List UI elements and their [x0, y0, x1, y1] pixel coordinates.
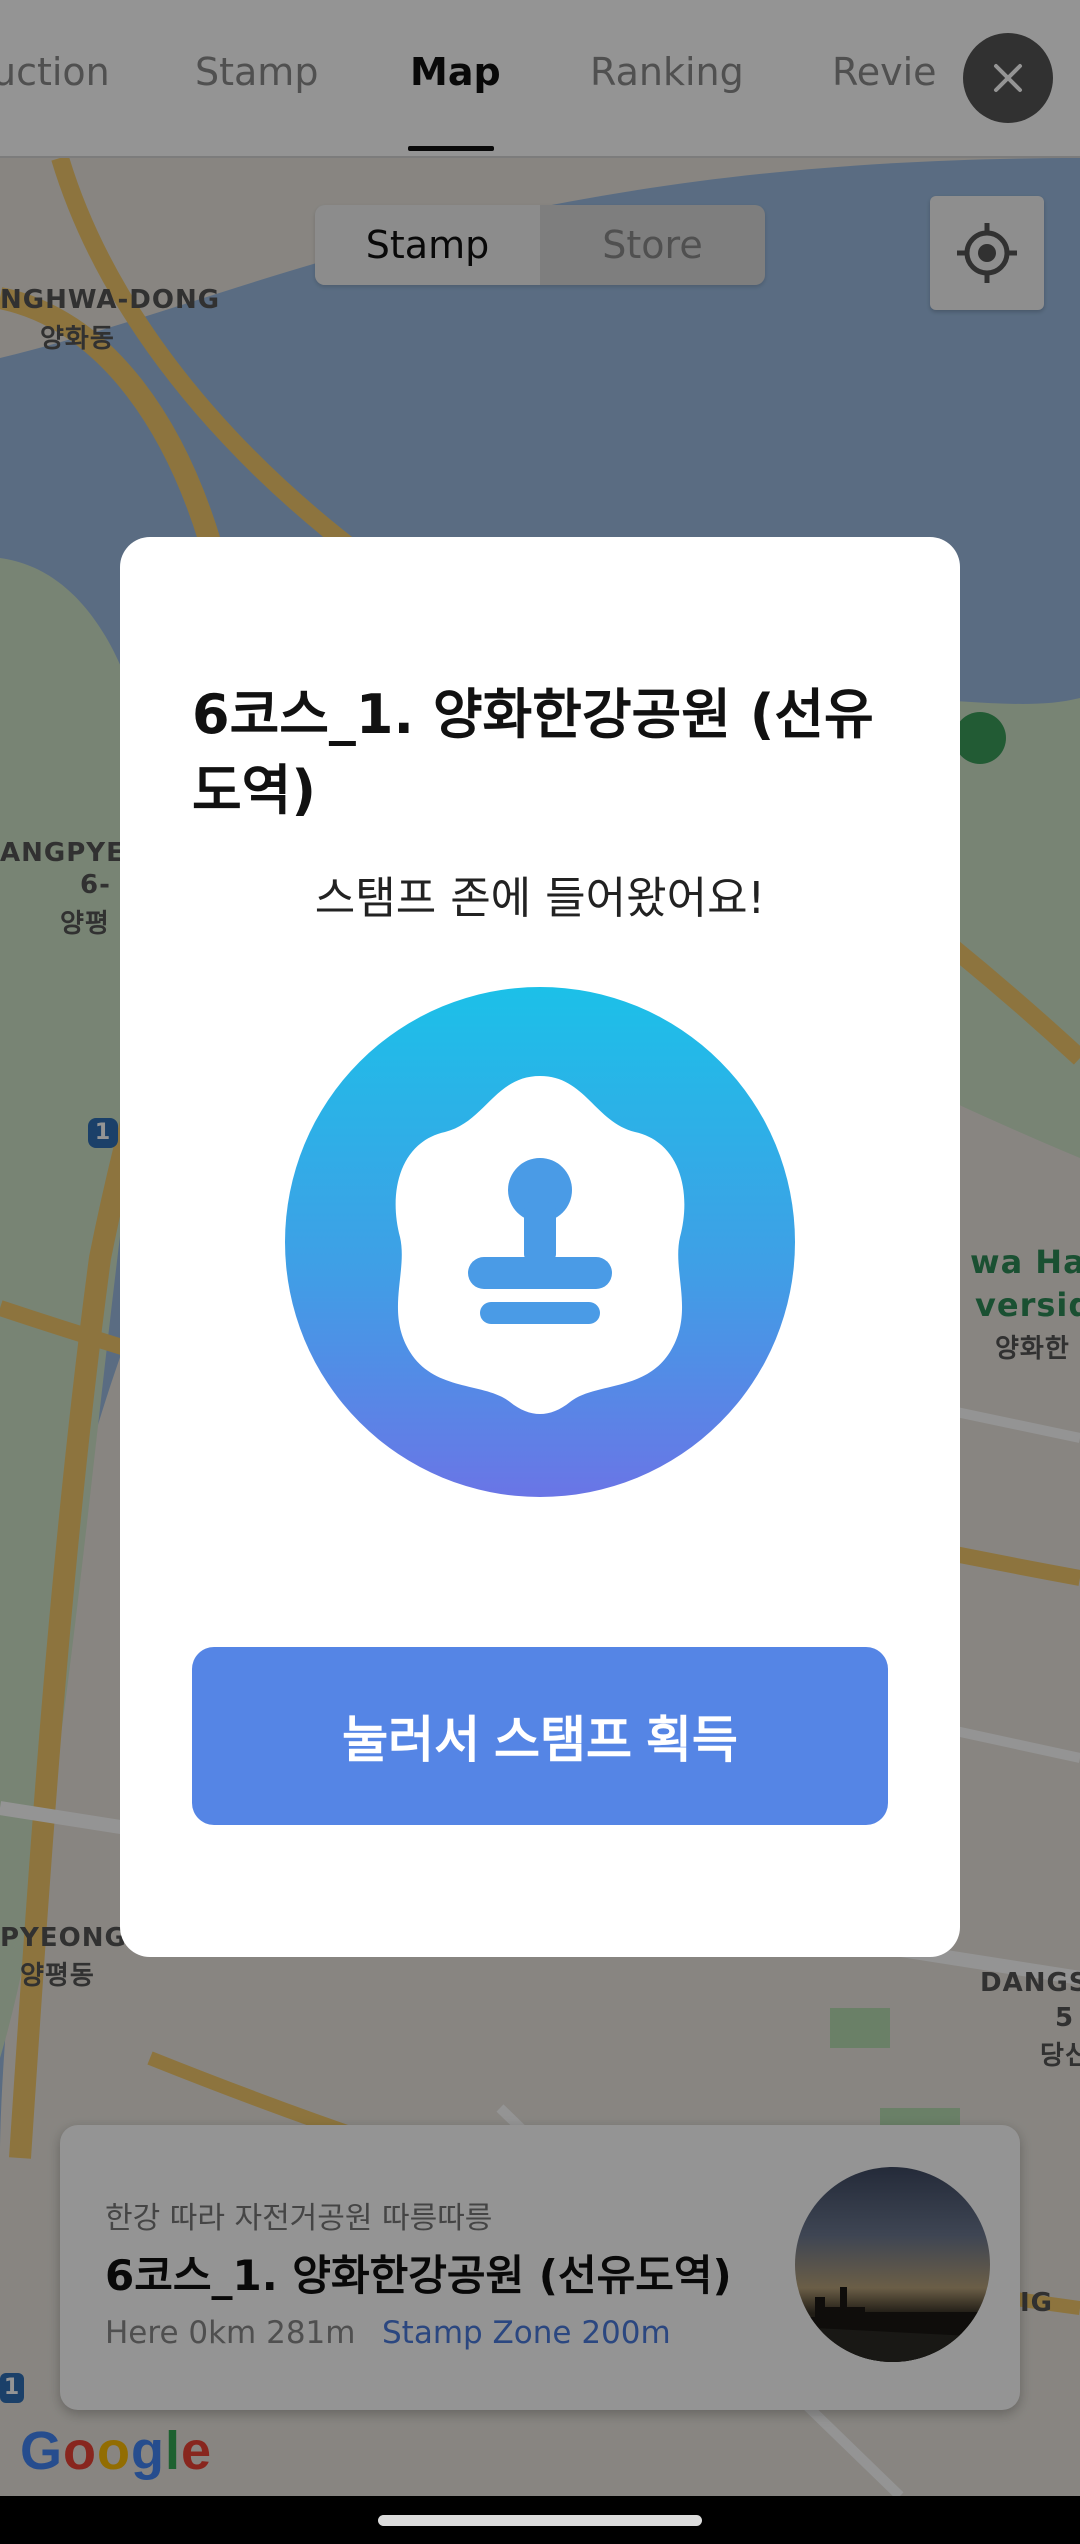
- stamp-icon: [395, 1076, 685, 1414]
- dialog-message: 스탬프 존에 들어왔어요!: [314, 873, 766, 924]
- home-indicator[interactable]: [378, 2515, 702, 2526]
- stamp-badge: [285, 987, 795, 1497]
- stamp-zone-dialog: 6코스_1. 양화한강공원 (선유도역) 스탬프 존에 들어왔어요! 눌러서 스…: [120, 537, 960, 1957]
- get-stamp-button[interactable]: 눌러서 스탬프 획득: [192, 1647, 888, 1825]
- dialog-title: 6코스_1. 양화한강공원 (선유도역): [192, 683, 874, 822]
